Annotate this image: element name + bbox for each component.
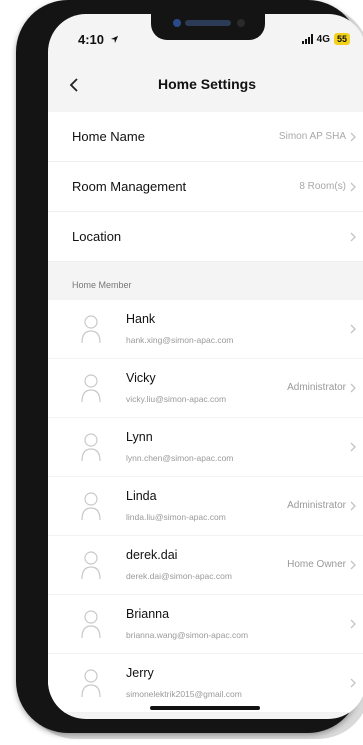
user-avatar-icon bbox=[81, 610, 101, 639]
speaker-grille bbox=[185, 20, 231, 26]
member-name: Brianna bbox=[126, 607, 170, 621]
member-row[interactable]: Lynn lynn.chen@simon-apac.com bbox=[48, 418, 363, 477]
member-email: vicky.liu@simon-apac.com bbox=[126, 394, 227, 404]
setting-label: Home Name bbox=[72, 129, 145, 144]
member-name: Jerry bbox=[126, 666, 154, 680]
member-name: Lynn bbox=[126, 430, 153, 444]
front-camera-icon bbox=[173, 19, 181, 27]
member-role: Home Owner bbox=[287, 559, 346, 570]
phone-screen: 4:10 4G 55 Home Settings Home Name Simon… bbox=[48, 14, 363, 719]
setting-row-location[interactable]: Location bbox=[48, 212, 363, 262]
user-avatar-icon bbox=[81, 492, 101, 521]
setting-label: Room Management bbox=[72, 179, 187, 194]
phone-frame: 4:10 4G 55 Home Settings Home Name Simon… bbox=[16, 0, 363, 733]
member-email: lynn.chen@simon-apac.com bbox=[126, 453, 234, 463]
member-role: Administrator bbox=[287, 382, 346, 393]
chevron-right-icon bbox=[350, 383, 356, 393]
setting-value: 8 Room(s) bbox=[299, 181, 346, 192]
notch bbox=[151, 14, 265, 40]
chevron-right-icon bbox=[350, 182, 356, 191]
member-row[interactable]: Jerry simonelektrik2015@gmail.com bbox=[48, 654, 363, 713]
member-email: hank.xing@simon-apac.com bbox=[126, 335, 234, 345]
signal-icon bbox=[301, 34, 313, 44]
chevron-right-icon bbox=[350, 678, 356, 688]
nav-header: Home Settings bbox=[48, 72, 363, 100]
member-role: Administrator bbox=[287, 500, 346, 511]
chevron-right-icon bbox=[350, 324, 356, 334]
member-row[interactable]: Brianna brianna.wang@simon-apac.com bbox=[48, 595, 363, 654]
location-arrow-icon bbox=[110, 35, 118, 44]
member-row[interactable]: derek.dai derek.dai@simon-apac.com Home … bbox=[48, 536, 363, 595]
member-row[interactable]: Vicky vicky.liu@simon-apac.com Administr… bbox=[48, 359, 363, 418]
user-avatar-icon bbox=[81, 551, 101, 580]
network-label: 4G bbox=[316, 33, 330, 45]
member-email: derek.dai@simon-apac.com bbox=[126, 571, 232, 581]
setting-label: Location bbox=[72, 229, 122, 244]
chevron-right-icon bbox=[350, 232, 356, 241]
setting-value: Simon AP SHA bbox=[278, 131, 346, 142]
battery-badge: 55 bbox=[333, 33, 350, 45]
user-avatar-icon bbox=[81, 315, 101, 344]
member-email: linda.liu@simon-apac.com bbox=[126, 512, 226, 522]
member-name: derek.dai bbox=[126, 548, 178, 562]
user-avatar-icon bbox=[81, 374, 101, 403]
chevron-right-icon bbox=[350, 132, 356, 141]
member-row[interactable]: Hank hank.xing@simon-apac.com bbox=[48, 300, 363, 359]
member-name: Vicky bbox=[126, 371, 156, 385]
settings-list: Home Name Simon AP SHA Room Management 8… bbox=[48, 112, 363, 262]
user-avatar-icon bbox=[81, 669, 101, 698]
chevron-right-icon bbox=[350, 501, 356, 511]
status-time-text: 4:10 bbox=[78, 32, 105, 47]
section-header-home-member: Home Member bbox=[72, 280, 132, 290]
chevron-right-icon bbox=[350, 442, 356, 452]
member-email: simonelektrik2015@gmail.com bbox=[126, 689, 242, 699]
setting-row-room-management[interactable]: Room Management 8 Room(s) bbox=[48, 162, 363, 212]
setting-row-home-name[interactable]: Home Name Simon AP SHA bbox=[48, 112, 363, 162]
home-indicator[interactable] bbox=[150, 706, 260, 710]
member-row[interactable]: Linda linda.liu@simon-apac.com Administr… bbox=[48, 477, 363, 536]
page-title: Home Settings bbox=[157, 76, 256, 92]
status-indicators: 4G 55 bbox=[301, 33, 350, 45]
member-email: brianna.wang@simon-apac.com bbox=[126, 630, 249, 640]
user-avatar-icon bbox=[81, 433, 101, 462]
member-name: Hank bbox=[126, 312, 156, 326]
chevron-right-icon bbox=[350, 619, 356, 629]
sensor-icon bbox=[237, 19, 245, 27]
screenshot-stage: 4:10 4G 55 Home Settings Home Name Simon… bbox=[0, 0, 363, 745]
chevron-right-icon bbox=[350, 560, 356, 570]
member-name: Linda bbox=[126, 489, 157, 503]
status-time: 4:10 bbox=[78, 32, 119, 47]
member-list: Hank hank.xing@simon-apac.com Vicky vick… bbox=[48, 300, 363, 713]
